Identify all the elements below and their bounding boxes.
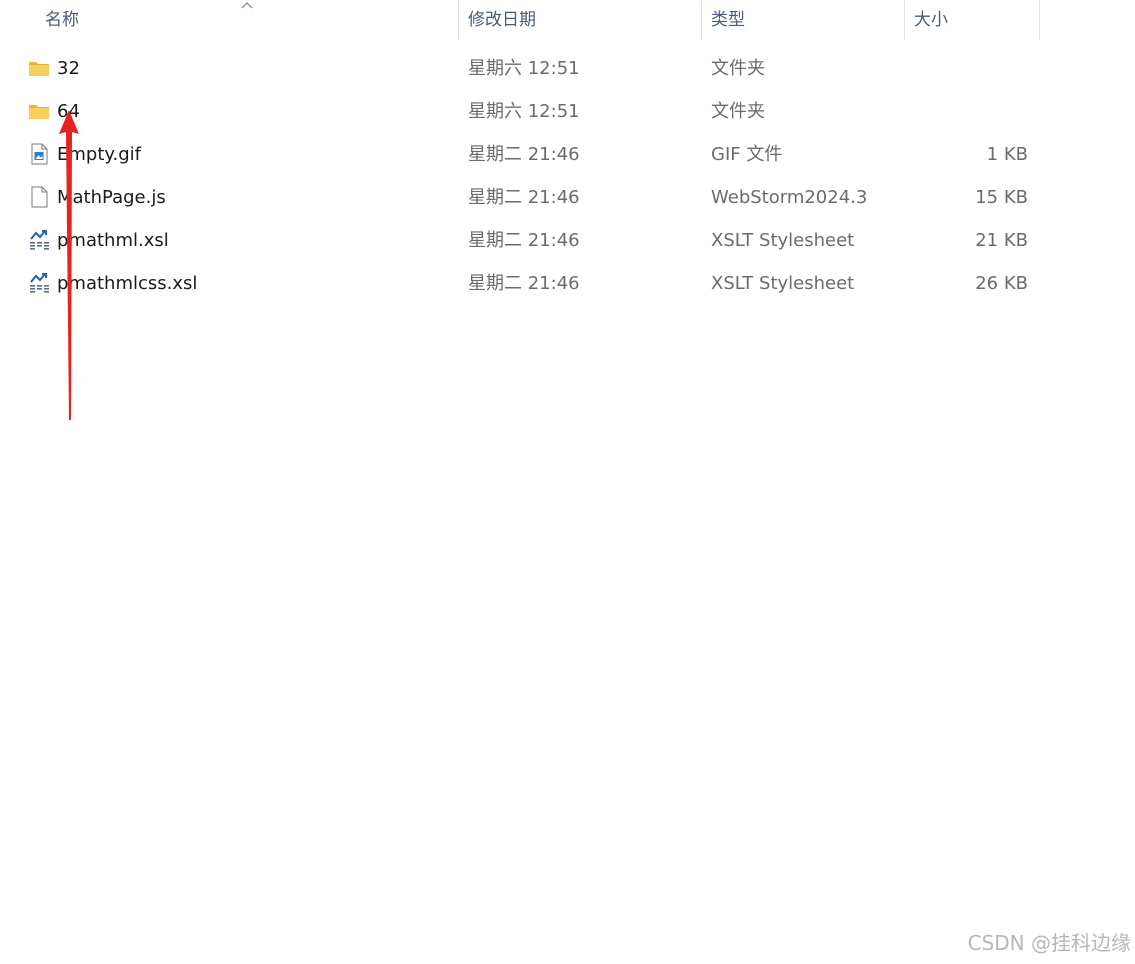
file-name: 32 [57, 58, 80, 79]
file-row-empty-gif[interactable]: Empty.gif 星期二 21:46 GIF 文件 1 KB [20, 133, 1040, 176]
file-type: 文件夹 [711, 101, 765, 122]
file-row-pmathml-xsl[interactable]: pmathml.xsl 星期二 21:46 XSLT Stylesheet 21… [20, 219, 1040, 262]
file-type: WebStorm2024.3 [711, 187, 868, 208]
file-name: 64 [57, 101, 80, 122]
file-row-pmathmlcss-xsl[interactable]: pmathmlcss.xsl 星期二 21:46 XSLT Stylesheet… [20, 262, 1040, 305]
file-size: 15 KB [975, 187, 1028, 208]
csdn-watermark: CSDN @挂科边缘 [967, 931, 1131, 955]
file-name: pmathmlcss.xsl [57, 273, 198, 294]
file-date: 星期二 21:46 [468, 144, 580, 165]
file-type: XSLT Stylesheet [711, 230, 855, 251]
file-name: Empty.gif [57, 144, 141, 165]
file-date: 星期六 12:51 [468, 58, 580, 79]
blank-file-icon [31, 186, 48, 208]
file-date: 星期二 21:46 [468, 187, 580, 208]
file-explorer-list: 名称 修改日期 类型 大小 32 星期六 12:51 文件夹 64 星期六 12… [0, 0, 1135, 964]
sort-ascending-icon [241, 2, 253, 9]
file-date: 星期二 21:46 [468, 273, 580, 294]
column-header-date[interactable]: 修改日期 [458, 0, 701, 40]
file-name: MathPage.js [57, 187, 166, 208]
gif-file-icon [31, 143, 48, 165]
column-header-type[interactable]: 类型 [701, 0, 904, 40]
folder-icon [29, 62, 49, 76]
xslt-file-icon [30, 273, 49, 293]
file-name: pmathml.xsl [57, 230, 169, 251]
file-type: GIF 文件 [711, 144, 783, 165]
file-size: 1 KB [986, 144, 1028, 165]
file-date: 星期二 21:46 [468, 230, 580, 251]
file-row-32[interactable]: 32 星期六 12:51 文件夹 [20, 47, 1040, 90]
file-size: 26 KB [975, 273, 1028, 294]
file-type: 文件夹 [711, 58, 765, 79]
folder-icon [29, 105, 49, 119]
file-row-64[interactable]: 64 星期六 12:51 文件夹 [20, 90, 1040, 133]
file-type: XSLT Stylesheet [711, 273, 855, 294]
file-size: 21 KB [975, 230, 1028, 251]
file-row-mathpage-js[interactable]: MathPage.js 星期二 21:46 WebStorm2024.3 15 … [20, 176, 1040, 219]
file-date: 星期六 12:51 [468, 101, 580, 122]
column-header-size[interactable]: 大小 [904, 0, 1040, 40]
xslt-file-icon [30, 230, 49, 250]
column-header-bar: 名称 修改日期 类型 大小 [0, 0, 1040, 40]
